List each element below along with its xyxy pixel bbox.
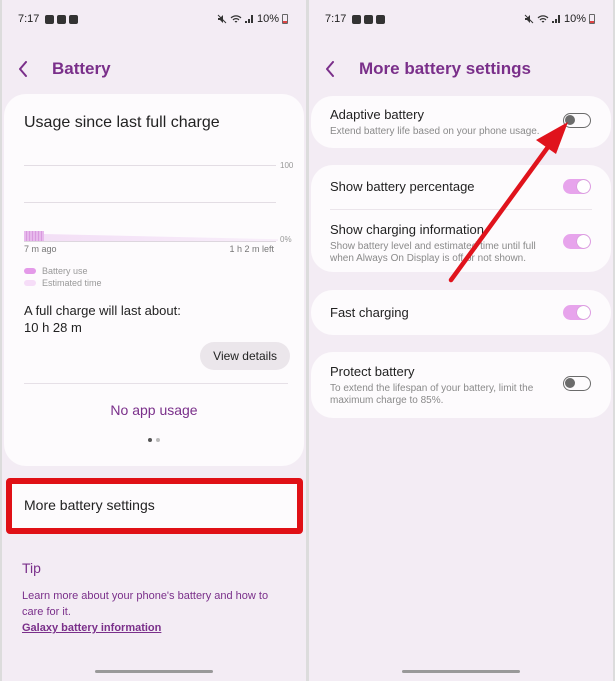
setting-subtitle: Extend battery life based on your phone … — [330, 126, 540, 137]
battery-icon — [589, 14, 595, 24]
legend-battery-use: Battery use — [24, 266, 88, 276]
fast-charging-toggle[interactable] — [563, 305, 591, 320]
axis-label-bottom: 0% — [280, 235, 292, 244]
protect-battery-toggle[interactable] — [563, 376, 591, 391]
no-app-usage-text: No app usage — [110, 402, 198, 418]
setting-adaptive-battery[interactable]: Adaptive battery Extend battery life bas… — [330, 107, 592, 138]
setting-subtitle: Show battery level and estimated time un… — [330, 241, 536, 264]
page-dot[interactable] — [156, 438, 160, 442]
legend-estimated-time: Estimated time — [24, 278, 102, 288]
adaptive-battery-card: Adaptive battery Extend battery life bas… — [311, 96, 611, 148]
setting-title: Show battery percentage — [330, 179, 475, 194]
toggle-knob — [577, 235, 590, 248]
status-bar: 7:17 10% — [18, 12, 288, 26]
wifi-icon — [537, 15, 549, 23]
legend-label: Estimated time — [42, 278, 102, 288]
display-settings-card: Show battery percentage Show charging in… — [311, 165, 611, 272]
status-battery-percent: 10% — [256, 13, 279, 25]
full-charge-value: 10 h 28 m — [24, 320, 82, 335]
x-label-start: 7 m ago — [24, 244, 57, 254]
home-indicator[interactable] — [402, 670, 520, 673]
tip-text: Learn more about your phone's battery an… — [22, 590, 269, 618]
charging-information-toggle[interactable] — [563, 234, 591, 249]
setting-title: Adaptive battery — [330, 107, 424, 122]
usage-title: Usage since last full charge — [24, 114, 220, 131]
back-button[interactable] — [18, 58, 40, 80]
setting-title: Protect battery — [330, 364, 415, 379]
toggle-knob — [577, 306, 590, 319]
page-title: Battery — [52, 59, 111, 78]
back-button[interactable] — [325, 58, 347, 80]
chevron-left-icon — [19, 61, 27, 77]
setting-title: Fast charging — [330, 305, 409, 320]
full-charge-label: A full charge will last about: — [24, 303, 181, 318]
galaxy-battery-info-link[interactable]: Galaxy battery information — [22, 622, 161, 634]
setting-fast-charging[interactable]: Fast charging — [330, 305, 592, 321]
setting-show-battery-percentage[interactable]: Show battery percentage — [330, 179, 592, 195]
setting-protect-battery[interactable]: Protect battery To extend the lifespan o… — [330, 364, 541, 407]
youtube-icon — [57, 14, 67, 24]
status-bar: 7:17 10% — [325, 12, 595, 26]
estimated-time-band — [44, 234, 278, 241]
wifi-icon — [230, 15, 242, 23]
legend-swatch — [24, 280, 36, 286]
battery-icon — [282, 14, 288, 24]
gallery-icon — [352, 14, 362, 24]
app-icon — [69, 14, 79, 24]
fast-charging-card: Fast charging — [311, 290, 611, 335]
setting-subtitle: To extend the lifespan of your battery, … — [330, 383, 534, 406]
page-indicator — [4, 438, 304, 442]
app-header: Battery — [18, 56, 290, 82]
legend-swatch — [24, 268, 36, 274]
mute-icon — [217, 14, 227, 24]
youtube-icon — [364, 14, 374, 24]
page-dot-active[interactable] — [148, 438, 152, 442]
signal-icon — [551, 15, 560, 23]
divider — [330, 209, 592, 210]
mute-icon — [524, 14, 534, 24]
more-battery-settings-label: More battery settings — [24, 497, 155, 513]
chevron-left-icon — [326, 61, 334, 77]
tip-title: Tip — [22, 560, 41, 576]
more-battery-settings-item[interactable]: More battery settings — [6, 478, 303, 534]
battery-screen: 7:17 10% Battery Usage since last full c… — [2, 0, 306, 681]
page-title: More battery settings — [359, 59, 531, 78]
full-charge-info: A full charge will last about: 10 h 28 m — [24, 302, 181, 336]
status-time: 7:17 — [325, 13, 347, 25]
view-details-button[interactable]: View details — [200, 342, 290, 370]
status-battery-percent: 10% — [563, 13, 586, 25]
setting-title: Show charging information — [330, 222, 484, 237]
setting-show-charging-information[interactable]: Show charging information Show battery l… — [330, 222, 541, 265]
more-battery-settings-screen: 7:17 10% More battery settings Adaptive … — [309, 0, 613, 681]
legend-label: Battery use — [42, 266, 88, 276]
protect-battery-card: Protect battery To extend the lifespan o… — [311, 352, 611, 418]
toggle-knob — [565, 378, 575, 388]
status-time: 7:17 — [18, 13, 40, 25]
axis-label-top: 100 — [280, 161, 294, 170]
gallery-icon — [45, 14, 55, 24]
battery-percentage-toggle[interactable] — [563, 179, 591, 194]
divider — [24, 383, 288, 384]
app-icon — [376, 14, 386, 24]
signal-icon — [244, 15, 253, 23]
app-header: More battery settings — [325, 56, 597, 82]
battery-usage-bar — [24, 231, 44, 241]
toggle-knob — [565, 115, 575, 125]
home-indicator[interactable] — [95, 670, 213, 673]
gridline — [24, 165, 276, 166]
adaptive-battery-toggle[interactable] — [563, 113, 591, 128]
gridline — [24, 202, 276, 203]
x-label-end: 1 h 2 m left — [229, 244, 274, 254]
toggle-knob — [577, 180, 590, 193]
usage-card: Usage since last full charge 100 0% 7 m … — [4, 94, 304, 466]
baseline — [24, 241, 276, 242]
